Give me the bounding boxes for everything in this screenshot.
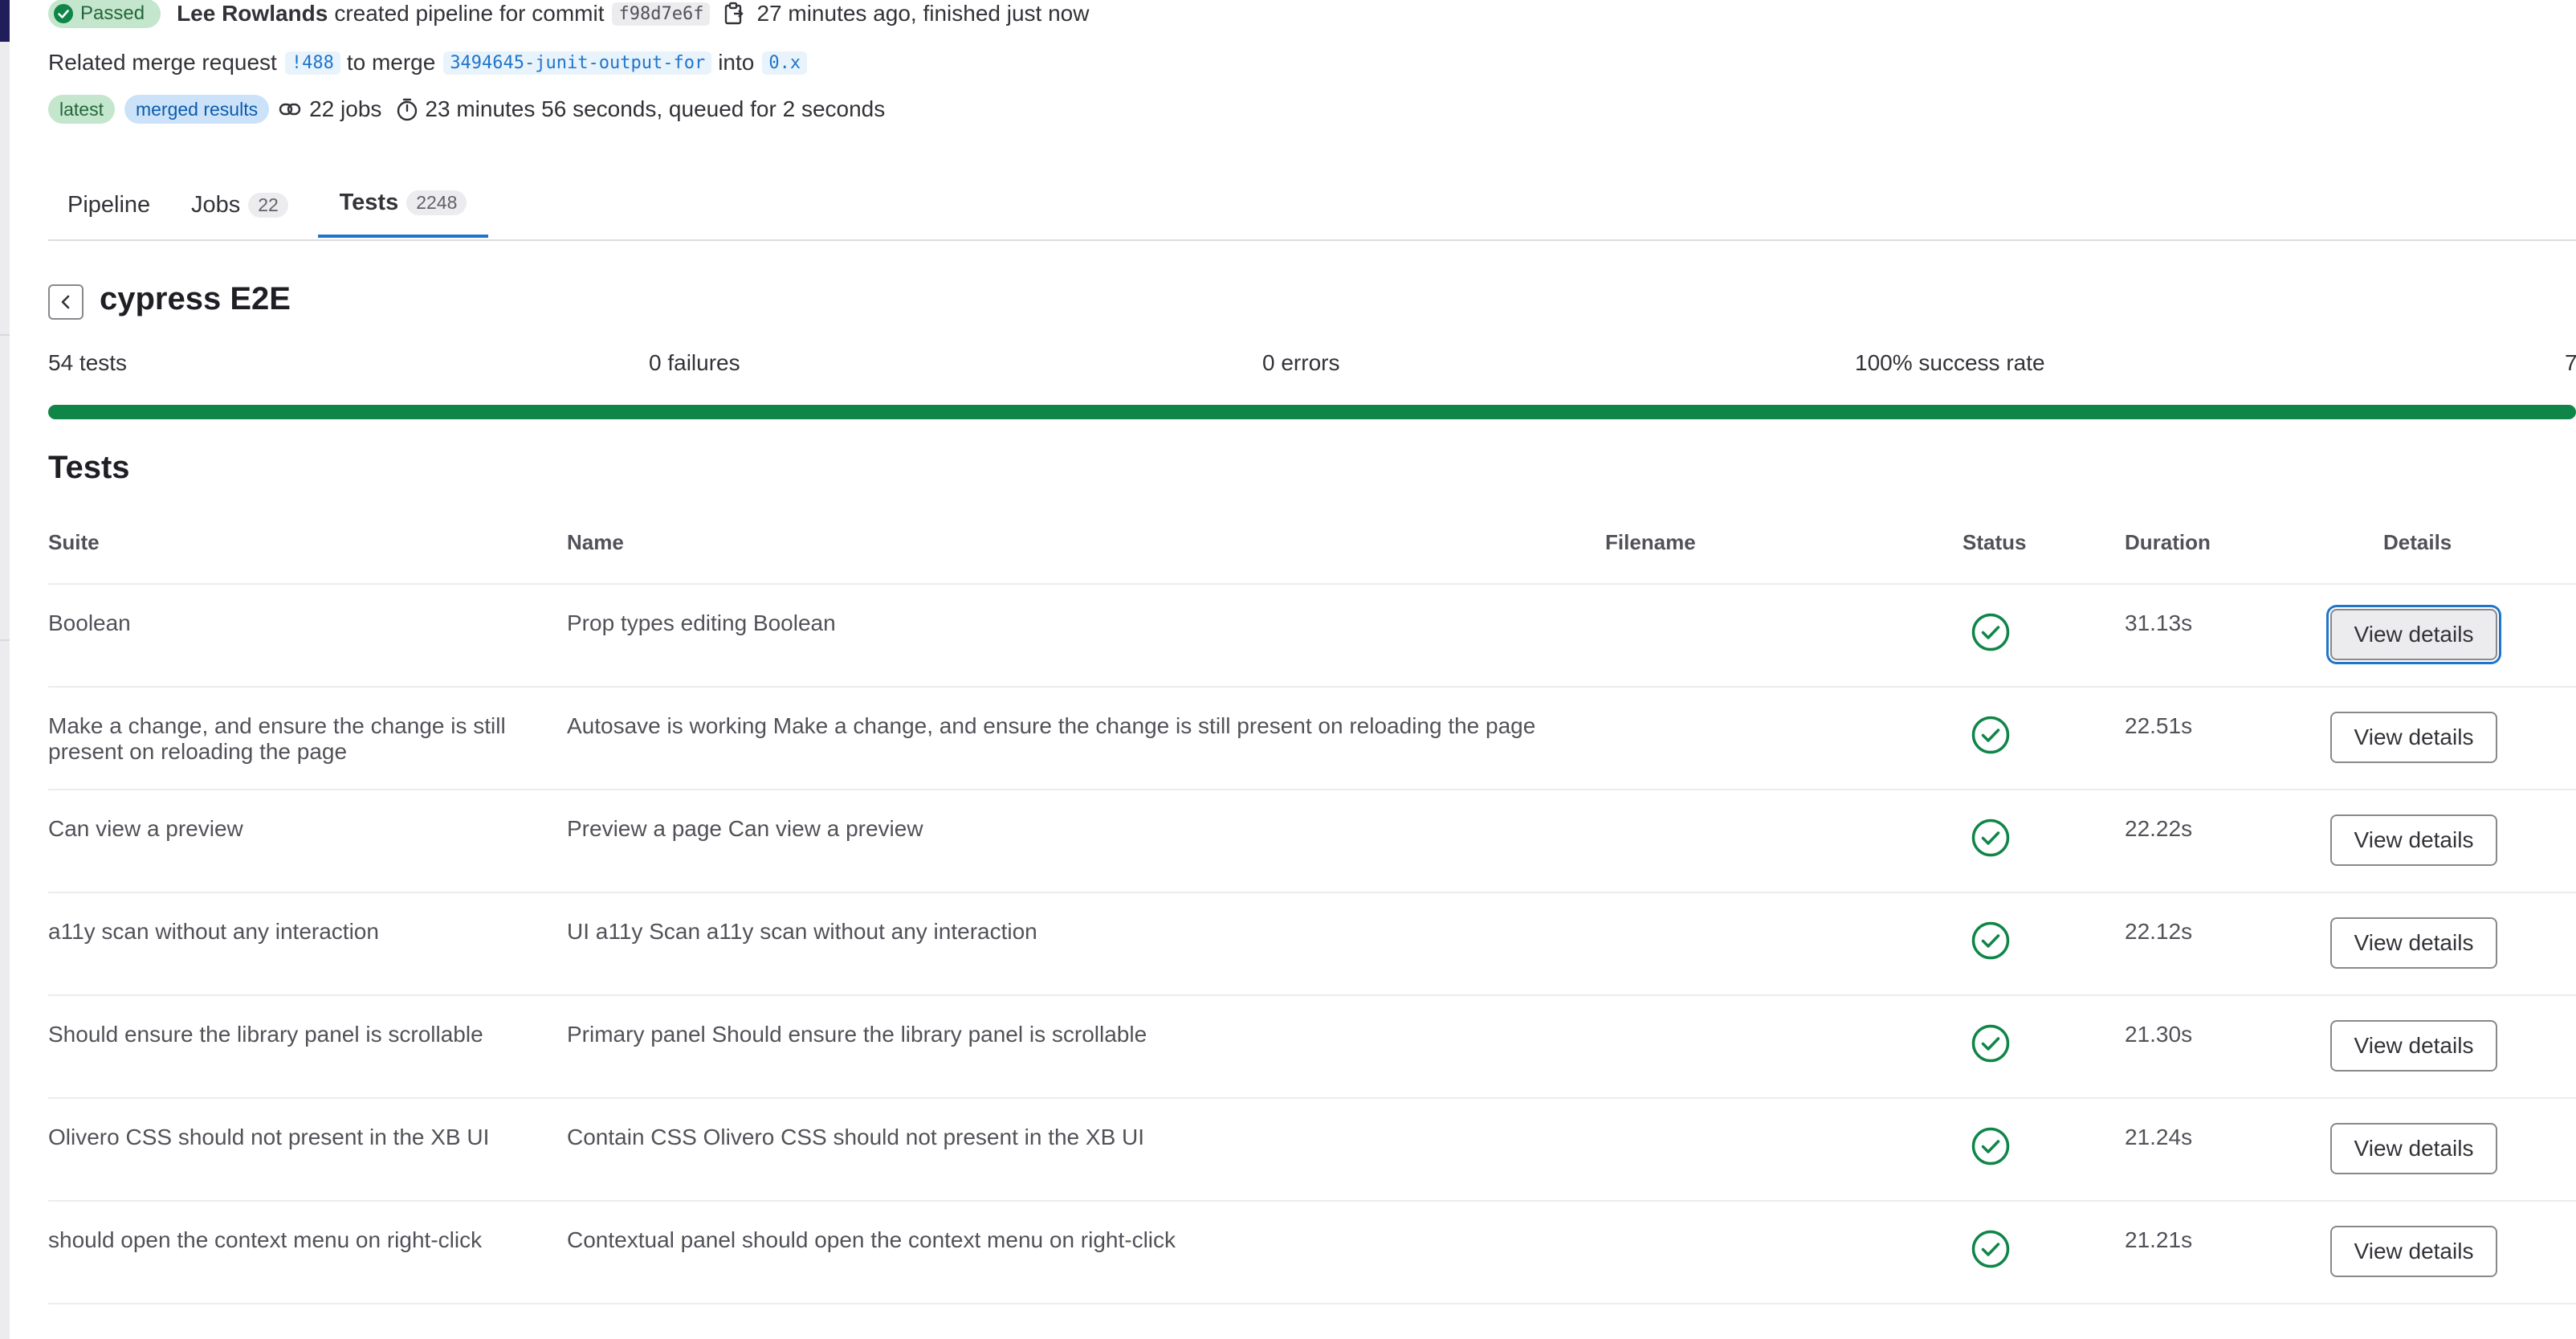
left-nav-active-indicator (0, 0, 10, 42)
table-row: Boolean Prop types editing Boolean 31.13… (48, 585, 2576, 688)
success-progress-bar (48, 405, 2576, 419)
cell-name: UI a11y Scan a11y scan without any inter… (567, 919, 1037, 944)
view-details-button[interactable]: View details (2330, 1020, 2497, 1072)
check-circle-icon (1971, 613, 2010, 651)
check-circle-icon (1971, 921, 2010, 960)
cell-suite: Can view a preview (48, 816, 243, 841)
truncated-stat: 7 (2565, 350, 2576, 375)
back-button[interactable] (48, 284, 84, 320)
tab-tests-count: 2248 (406, 190, 467, 215)
cell-suite: a11y scan without any interaction (48, 919, 379, 944)
into-text: into (718, 50, 755, 75)
mr-prefix-text: Related merge request (48, 50, 277, 75)
tab-jobs[interactable]: Jobs 22 (191, 170, 288, 239)
errors-count: 0 errors (1262, 350, 1340, 375)
tab-jobs-count: 22 (248, 192, 288, 218)
failures-count: 0 failures (649, 350, 740, 375)
check-circle-icon (54, 4, 73, 23)
mr-to-merge-text: to merge (346, 50, 436, 75)
check-circle-icon (1971, 819, 2010, 857)
tests-table-header: Suite Name Filename Status Duration Deta… (48, 530, 2576, 585)
view-details-button[interactable]: View details (2330, 1226, 2497, 1277)
cell-duration: 22.51s (2125, 713, 2193, 738)
check-circle-icon (1971, 1127, 2010, 1166)
latest-badge: latest (48, 95, 115, 124)
pipeline-author-link[interactable]: Lee Rowlands (177, 1, 328, 27)
check-circle-icon (1971, 1230, 2010, 1268)
tests-count: 54 tests (48, 350, 128, 375)
column-header-details: Details (2383, 530, 2452, 554)
column-header-status: Status (1963, 530, 2027, 554)
check-circle-icon (1971, 1024, 2010, 1063)
cell-suite: Olivero CSS should not present in the XB… (48, 1125, 490, 1149)
table-row: should open the context menu on right-cl… (48, 1202, 2576, 1304)
cell-name: Primary panel Should ensure the library … (567, 1022, 1147, 1047)
column-header-duration: Duration (2125, 530, 2211, 554)
pipeline-action-text: created pipeline for commit (334, 1, 605, 26)
column-header-filename: Filename (1605, 530, 1696, 554)
cell-suite: should open the context menu on right-cl… (48, 1227, 483, 1252)
status-badge-label: Passed (80, 2, 145, 24)
merged-results-badge: merged results (124, 95, 270, 124)
cell-duration: 21.21s (2125, 1227, 2193, 1252)
view-details-button[interactable]: View details (2330, 814, 2497, 866)
commit-sha-link[interactable]: f98d7e6f (612, 2, 711, 26)
pipeline-meta-line: latest merged results 22 jobs 23 minutes… (48, 95, 899, 124)
cell-duration: 31.13s (2125, 610, 2193, 635)
cell-name: Contextual panel should open the context… (567, 1227, 1176, 1252)
column-header-name: Name (567, 530, 624, 554)
cell-name: Contain CSS Olivero CSS should not prese… (567, 1125, 1145, 1149)
table-row: Should ensure the library panel is scrol… (48, 996, 2576, 1099)
pipeline-duration-text: 23 minutes 56 seconds, queued for 2 seco… (425, 96, 886, 121)
success-rate: 100% success rate (1855, 350, 2045, 375)
tests-table-body: Boolean Prop types editing Boolean 31.13… (48, 585, 2576, 1304)
view-details-button[interactable]: View details (2330, 609, 2497, 660)
check-circle-icon (1971, 716, 2010, 754)
cell-suite: Should ensure the library panel is scrol… (48, 1022, 483, 1047)
jobs-count-text: 22 jobs (309, 96, 382, 121)
view-details-button[interactable]: View details (2330, 917, 2497, 969)
column-header-suite: Suite (48, 530, 100, 554)
clipboard-icon[interactable] (723, 2, 745, 26)
left-nav-divider (0, 334, 10, 336)
cell-suite: Make a change, and ensure the change is … (48, 713, 506, 764)
tab-tests-label: Tests (339, 189, 399, 215)
cell-duration: 22.12s (2125, 919, 2193, 944)
pipeline-time-text: 27 minutes ago, finished just now (756, 1, 1090, 26)
view-details-button[interactable]: View details (2330, 712, 2497, 763)
cell-name: Preview a page Can view a preview (567, 816, 923, 841)
pipeline-tabs: Pipeline Jobs 22 Tests 2248 (48, 170, 2576, 241)
left-nav-strip (0, 0, 10, 1339)
source-branch-link[interactable]: 3494645-junit-output-for (443, 51, 712, 75)
chevron-left-icon (61, 295, 70, 309)
pipeline-header-line: Passed Lee Rowlands created pipeline for… (48, 0, 1090, 28)
tab-tests[interactable]: Tests 2248 (318, 170, 488, 238)
table-row: a11y scan without any interaction UI a11… (48, 893, 2576, 996)
related-merge-request-line: Related merge request !488 to merge 3494… (48, 50, 808, 76)
left-nav-divider (0, 639, 10, 641)
suite-title: cypress E2E (100, 281, 291, 316)
table-row: Can view a preview Preview a page Can vi… (48, 790, 2576, 893)
link-icon (279, 103, 301, 116)
target-branch-link[interactable]: 0.x (762, 51, 808, 75)
cell-name: Prop types editing Boolean (567, 610, 836, 635)
tab-jobs-label: Jobs (191, 191, 241, 218)
tests-heading: Tests (48, 450, 130, 485)
view-details-button[interactable]: View details (2330, 1123, 2497, 1174)
jobs-count: 22 jobs (279, 96, 381, 122)
cell-duration: 21.30s (2125, 1022, 2193, 1047)
table-row: Olivero CSS should not present in the XB… (48, 1099, 2576, 1202)
cell-name: Autosave is working Make a change, and e… (567, 713, 1536, 738)
tab-pipeline[interactable]: Pipeline (67, 170, 150, 239)
timer-icon (397, 98, 418, 121)
pipeline-duration: 23 minutes 56 seconds, queued for 2 seco… (396, 96, 885, 122)
tab-pipeline-label: Pipeline (67, 191, 151, 218)
cell-duration: 21.24s (2125, 1125, 2193, 1149)
status-badge[interactable]: Passed (48, 0, 161, 28)
cell-suite: Boolean (48, 610, 131, 635)
merge-request-link[interactable]: !488 (284, 51, 340, 75)
table-row: Make a change, and ensure the change is … (48, 688, 2576, 790)
cell-duration: 22.22s (2125, 816, 2193, 841)
